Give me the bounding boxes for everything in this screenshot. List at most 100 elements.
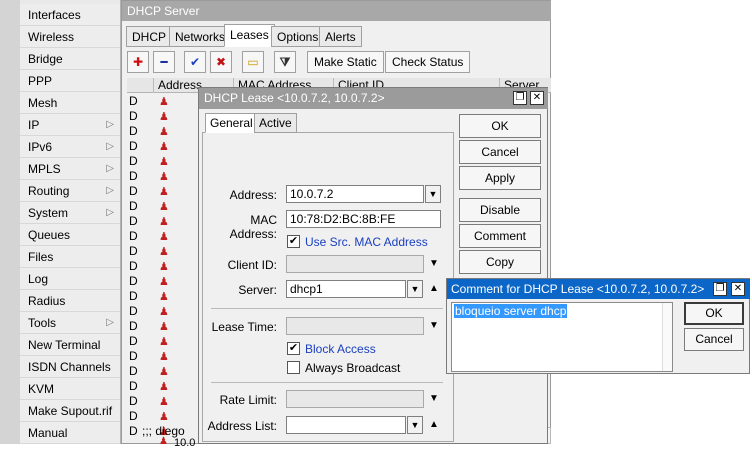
filter-icon[interactable]: ⧩ — [274, 51, 296, 73]
tab-alerts[interactable]: Alerts — [319, 26, 362, 47]
table-row[interactable]: D ♟ — [127, 124, 202, 139]
comment-cancel-button[interactable]: Cancel — [684, 328, 744, 351]
rate-limit-expand-icon[interactable]: ▼ — [429, 393, 439, 404]
sidebar-item-radius[interactable]: Radius — [20, 290, 120, 312]
comment-scrollbar[interactable] — [662, 303, 672, 371]
table-row[interactable]: D ♟ — [127, 334, 202, 349]
rate-limit-field[interactable] — [286, 390, 424, 408]
table-row[interactable]: D ♟ — [127, 184, 202, 199]
table-row[interactable]: D ♟ — [127, 109, 202, 124]
always-broadcast-checkbox[interactable] — [287, 361, 300, 374]
address-list-field[interactable] — [286, 416, 406, 434]
table-row[interactable]: D ♟ — [127, 154, 202, 169]
sidebar-item-ip[interactable]: IP ▷ — [20, 114, 120, 136]
sidebar-item-label: KVM — [28, 382, 55, 396]
ok-button[interactable]: OK — [459, 114, 541, 138]
address-list-dropdown-icon[interactable]: ▼ — [407, 416, 423, 434]
table-row[interactable]: D ♟ — [127, 229, 202, 244]
sidebar-item-wireless[interactable]: Wireless — [20, 26, 120, 48]
client-id-field[interactable] — [286, 255, 424, 273]
lease-time-field[interactable] — [286, 317, 424, 335]
add-icon[interactable]: ✚ — [127, 51, 149, 73]
table-row[interactable]: D ♟ — [127, 169, 202, 184]
cancel-button[interactable]: Cancel — [459, 140, 541, 164]
table-row[interactable]: D ♟ — [127, 199, 202, 214]
disable-icon[interactable]: ✖ — [210, 51, 232, 73]
copy-button[interactable]: Copy — [459, 250, 541, 274]
address-list-collapse-icon[interactable]: ▲ — [429, 419, 439, 430]
server-dropdown-icon[interactable]: ▼ — [407, 280, 423, 298]
sidebar-item-files[interactable]: Files — [20, 246, 120, 268]
sidebar-item-mesh[interactable]: Mesh — [20, 92, 120, 114]
sidebar-item-label: IP — [28, 118, 40, 132]
table-row[interactable]: D ♟ — [127, 139, 202, 154]
sidebar-item-log[interactable]: Log — [20, 268, 120, 290]
sidebar-item-system[interactable]: System ▷ — [20, 202, 120, 224]
tab-dhcp[interactable]: DHCP — [126, 26, 173, 47]
tab-networks[interactable]: Networks — [169, 26, 232, 47]
table-row[interactable]: D ♟ — [127, 259, 202, 274]
window-title[interactable]: DHCP Server — [122, 1, 551, 21]
sidebar-item-new-terminal[interactable]: New Terminal — [20, 334, 120, 356]
sidebar-item-label: Bridge — [28, 52, 63, 66]
sidebar-item-interfaces[interactable]: Interfaces — [20, 4, 120, 26]
comment-text[interactable]: bloqueio server dhcp — [454, 304, 568, 318]
sidebar-item-bridge[interactable]: Bridge — [20, 48, 120, 70]
sidebar-item-tools[interactable]: Tools ▷ — [20, 312, 120, 334]
mac-address-field[interactable]: 10:78:D2:BC:8B:FE — [286, 210, 441, 228]
enable-icon[interactable]: ✔ — [184, 51, 206, 73]
make-static-button[interactable]: Make Static — [307, 51, 384, 73]
client-id-expand-icon[interactable]: ▼ — [429, 258, 439, 269]
server-field[interactable]: dhcp1 — [286, 280, 406, 298]
table-row[interactable]: D ♟ — [127, 349, 202, 364]
check-status-button[interactable]: Check Status — [385, 51, 471, 73]
lease-time-expand-icon[interactable]: ▼ — [429, 320, 439, 331]
table-row[interactable]: D ♟ — [127, 304, 202, 319]
block-access-checkbox[interactable]: ✔ — [287, 342, 300, 355]
sidebar-item-routing[interactable]: Routing ▷ — [20, 180, 120, 202]
sidebar-item-queues[interactable]: Queues — [20, 224, 120, 246]
table-row[interactable]: D ♟ — [127, 244, 202, 259]
comment-button[interactable]: Comment — [459, 224, 541, 248]
address-field[interactable]: 10.0.7.2 — [286, 185, 424, 203]
sidebar-item-ipv6[interactable]: IPv6 ▷ — [20, 136, 120, 158]
lease-icon: ♟ — [159, 126, 169, 138]
close-icon[interactable]: ✕ — [731, 282, 745, 296]
table-row[interactable]: D ♟ — [127, 274, 202, 289]
table-row[interactable]: D ♟ — [127, 364, 202, 379]
remove-icon[interactable]: ━ — [153, 51, 175, 73]
table-row[interactable]: D ♟ — [127, 379, 202, 394]
table-row[interactable]: D ♟ — [127, 409, 202, 424]
table-row[interactable]: D ♟ — [127, 94, 202, 109]
sidebar-item-ppp[interactable]: PPP — [20, 70, 120, 92]
sidebar-item-isdn-channels[interactable]: ISDN Channels — [20, 356, 120, 378]
sidebar-item-make-supout-rif[interactable]: Make Supout.rif — [20, 400, 120, 422]
sidebar-item-manual[interactable]: Manual — [20, 422, 120, 444]
table-row[interactable]: D ♟ — [127, 319, 202, 334]
row-flag: D — [129, 334, 138, 348]
comment-icon[interactable]: ▭ — [242, 51, 264, 73]
server-collapse-icon[interactable]: ▲ — [429, 283, 439, 294]
close-icon[interactable]: ✕ — [530, 91, 544, 105]
restore-icon[interactable]: ❐ — [513, 91, 527, 105]
comment-ok-button[interactable]: OK — [684, 302, 744, 325]
sidebar-item-kvm[interactable]: KVM — [20, 378, 120, 400]
tab-active[interactable]: Active — [254, 113, 297, 133]
partial-address: 10.0 — [174, 437, 196, 449]
table-row[interactable]: D ♟ — [127, 394, 202, 409]
tab-options[interactable]: Options — [271, 26, 325, 47]
sidebar-item-mpls[interactable]: MPLS ▷ — [20, 158, 120, 180]
tab-general[interactable]: General — [205, 113, 258, 133]
lease-dialog-title[interactable]: DHCP Lease <10.0.7.2, 10.0.7.2> — [199, 88, 548, 109]
table-row[interactable]: D ♟ — [127, 289, 202, 304]
apply-button[interactable]: Apply — [459, 166, 541, 190]
table-row[interactable]: D ♟ — [127, 214, 202, 229]
use-src-mac-checkbox[interactable]: ✔ — [287, 235, 300, 248]
address-dropdown-icon[interactable]: ▼ — [425, 185, 441, 203]
row-flag: D — [129, 124, 138, 138]
comment-dialog-title[interactable]: Comment for DHCP Lease <10.0.7.2, 10.0.7… — [447, 279, 750, 299]
restore-icon[interactable]: ❐ — [713, 282, 727, 296]
tab-leases[interactable]: Leases — [224, 24, 275, 47]
disable-button[interactable]: Disable — [459, 198, 541, 222]
comment-textarea[interactable]: bloqueio server dhcp — [451, 302, 673, 372]
